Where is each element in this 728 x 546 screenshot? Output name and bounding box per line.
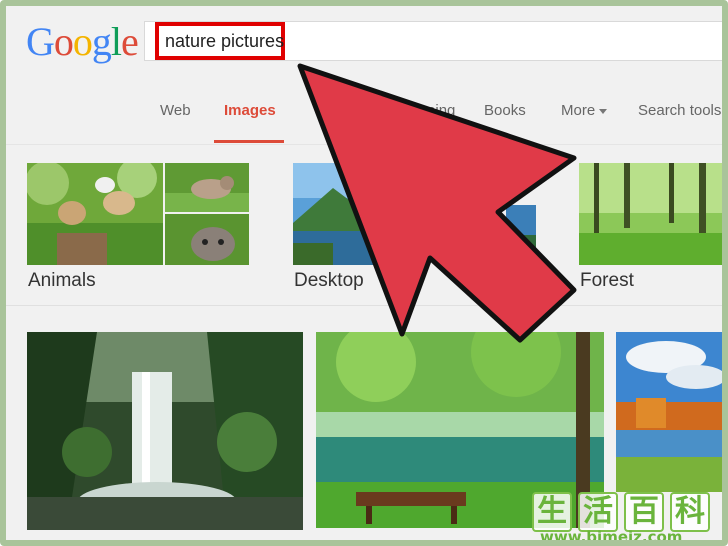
tab-books[interactable]: Books (484, 102, 526, 119)
tab-web[interactable]: Web (160, 102, 191, 119)
search-header: Google nature pictures (6, 6, 722, 79)
watermark-char-4: 科 (670, 492, 710, 532)
site-watermark: 生 活 百 科 www.bimeiz.com (526, 490, 722, 546)
category-forest-label[interactable]: Forest (580, 270, 634, 292)
tab-shopping[interactable]: Shopping (392, 102, 455, 119)
logo-letter-l: l (110, 19, 122, 64)
watermark-url: www.bimeiz.com (540, 528, 683, 546)
tab-more-label: More (561, 102, 596, 119)
search-input-highlight[interactable]: nature pictures (155, 22, 285, 60)
search-query-text: nature pictures (165, 31, 285, 51)
result-image-autumn-lake[interactable] (616, 332, 722, 492)
category-animals-thumb-2[interactable] (165, 214, 249, 265)
result-image-waterfall[interactable] (27, 332, 303, 530)
watermark-char-3: 百 (624, 492, 664, 532)
logo-letter-e: e (121, 19, 139, 64)
tab-more[interactable]: More (561, 102, 608, 119)
category-animals-label[interactable]: Animals (28, 270, 96, 292)
screenshot-frame: Google nature pictures Web Images Shoppi… (0, 0, 728, 546)
category-desktop-main-image[interactable] (293, 163, 423, 265)
tab-images[interactable]: Images (224, 102, 276, 119)
search-box[interactable]: nature pictures (144, 21, 722, 61)
logo-letter-g: G (26, 19, 55, 64)
category-row: Animals Desktop Forest (6, 145, 722, 306)
search-tabs: Web Images Shopping Books More Search to… (6, 78, 722, 145)
category-desktop-thumb[interactable] (506, 205, 536, 265)
watermark-char-1: 生 (532, 492, 572, 532)
google-logo[interactable]: Google (26, 18, 139, 66)
logo-letter-g2: g (91, 19, 112, 64)
category-desktop-label[interactable]: Desktop (294, 270, 364, 292)
chevron-down-icon (599, 108, 608, 114)
logo-letter-o1: o (53, 19, 74, 64)
category-animals-main-image[interactable] (27, 163, 163, 265)
active-tab-underline (214, 140, 284, 143)
watermark-char-2: 活 (578, 492, 618, 532)
category-forest-image[interactable] (579, 163, 722, 265)
category-animals-thumb-1[interactable] (165, 163, 249, 212)
logo-letter-o2: o (72, 19, 93, 64)
tab-search-tools[interactable]: Search tools (638, 102, 721, 119)
